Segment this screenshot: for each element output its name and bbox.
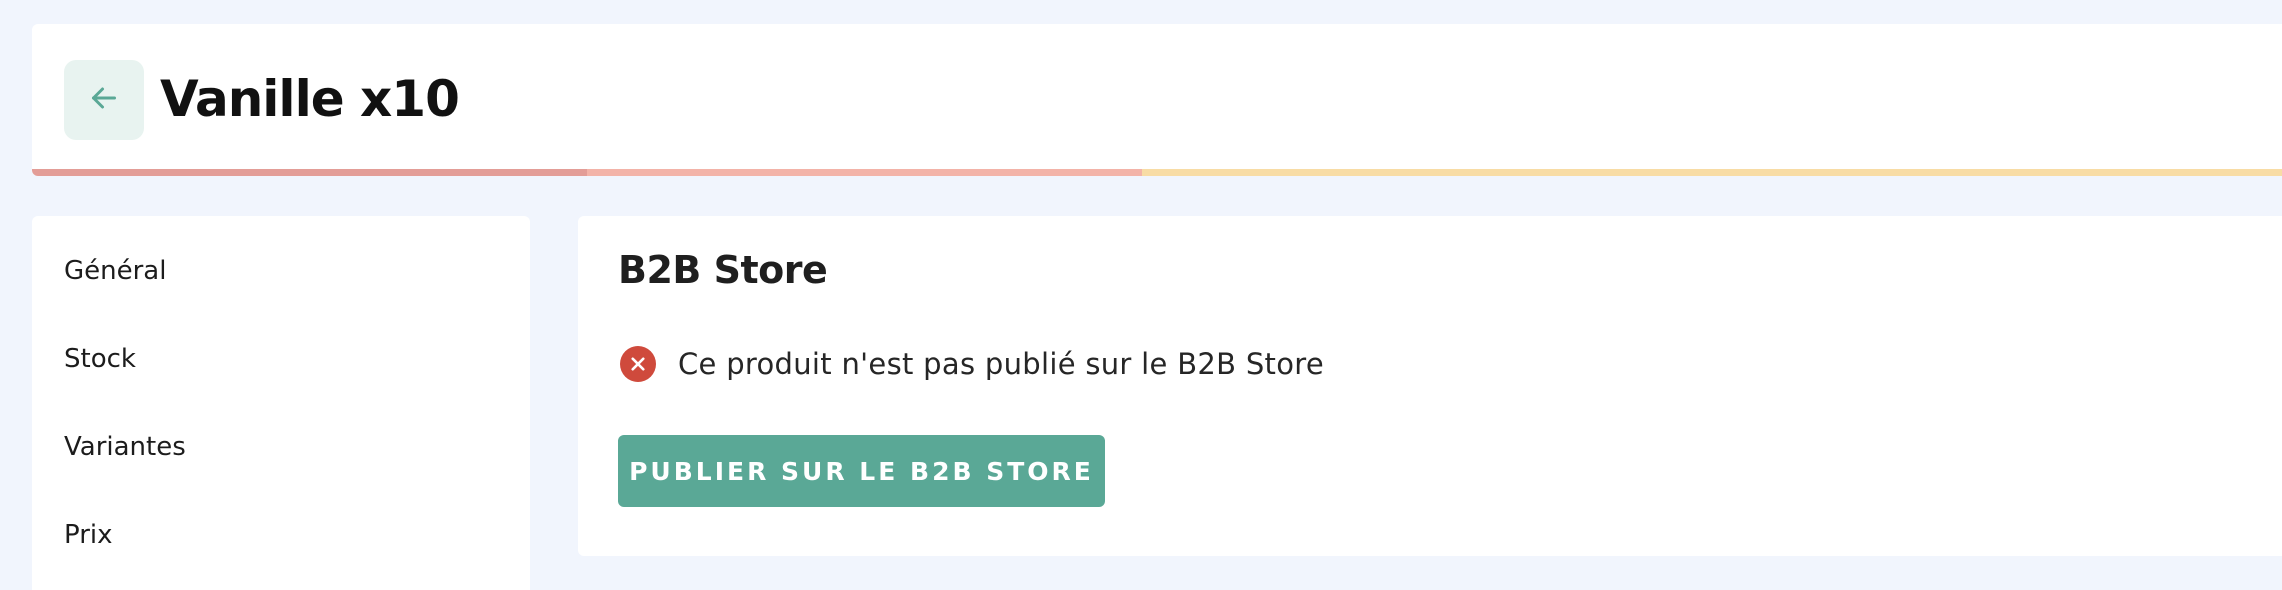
- error-x-circle-icon: [620, 346, 656, 382]
- sidebar-item-stock[interactable]: Stock: [64, 339, 136, 379]
- product-header: Vanille x10: [32, 24, 2282, 176]
- progress-segment-1: [32, 169, 587, 176]
- arrow-left-icon: [86, 80, 122, 121]
- page-title: Vanille x10: [160, 70, 460, 128]
- sidebar-item-prix[interactable]: Prix: [64, 515, 113, 555]
- sidebar-item-general[interactable]: Général: [64, 251, 166, 291]
- sidebar: Général Stock Variantes Prix: [32, 216, 530, 590]
- section-title: B2B Store: [618, 248, 828, 292]
- page: Vanille x10 Général Stock Variantes Prix…: [0, 0, 2282, 590]
- publish-b2b-store-button[interactable]: PUBLIER SUR LE B2B STORE: [618, 435, 1105, 507]
- sidebar-item-variantes[interactable]: Variantes: [64, 427, 186, 467]
- back-button[interactable]: [64, 60, 144, 140]
- status-text: Ce produit n'est pas publié sur le B2B S…: [678, 347, 1325, 381]
- progress-segment-3: [1142, 169, 2282, 176]
- progress-bar: [32, 169, 2282, 176]
- publish-status: Ce produit n'est pas publié sur le B2B S…: [620, 344, 1324, 384]
- progress-segment-2: [587, 169, 1142, 176]
- b2b-store-card: B2B Store Ce produit n'est pas publié su…: [578, 216, 2282, 556]
